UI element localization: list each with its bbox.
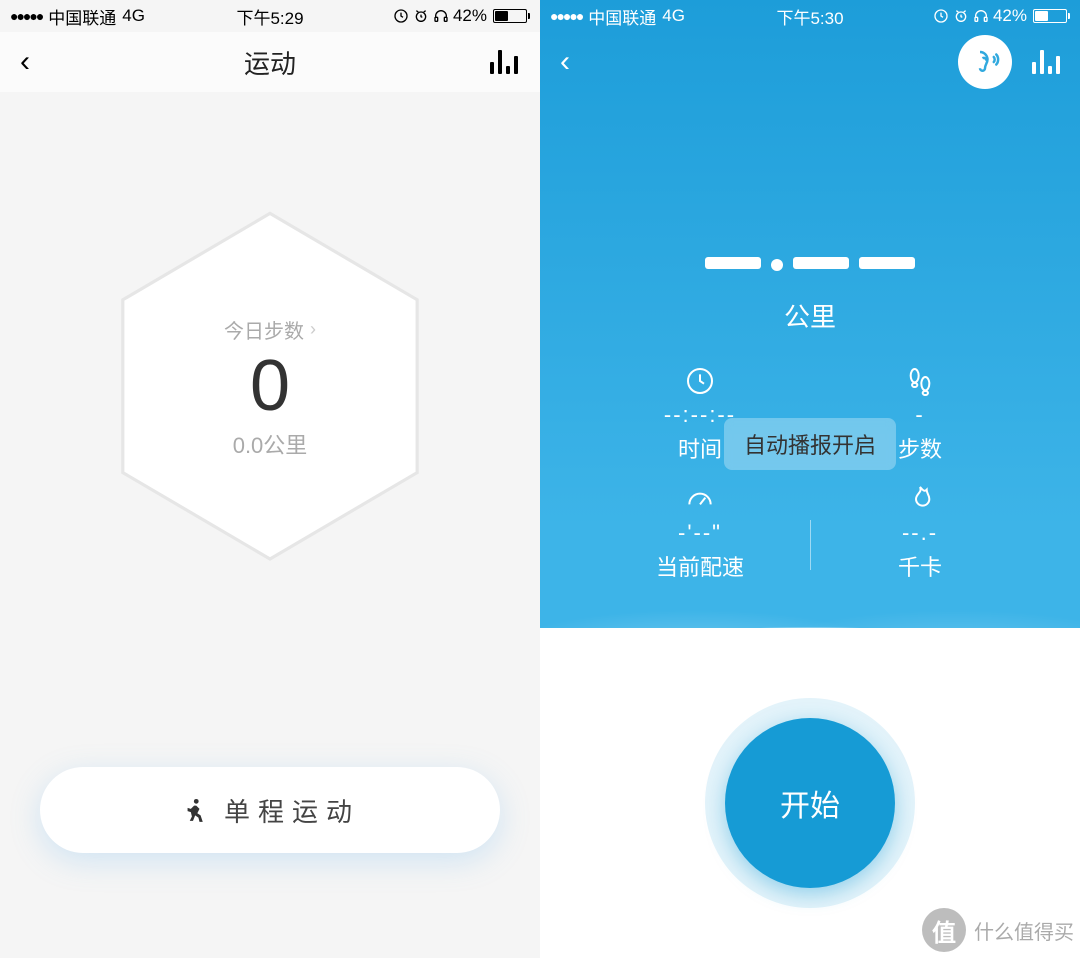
distance-label: 0.0公里 <box>233 428 308 460</box>
headphones-icon <box>973 8 989 24</box>
start-label: 开始 <box>780 781 840 825</box>
battery-icon <box>491 9 530 23</box>
carrier-label: 中国联通 <box>48 4 116 29</box>
battery-icon <box>1031 9 1070 23</box>
nav-bar: ‹ <box>540 32 1080 92</box>
alarm-icon <box>953 8 969 24</box>
stat-pace: -'--" 当前配速 <box>590 482 810 582</box>
network-label: 4G <box>122 6 145 26</box>
screen-workout-start: ●●●●● 中国联通 4G 下午5:30 42% ‹ <box>540 0 1080 958</box>
steps-value: 0 <box>250 350 290 422</box>
stats-button[interactable] <box>490 50 518 74</box>
page-title: 运动 <box>244 44 296 81</box>
pace-value: -'--" <box>590 520 810 546</box>
stats-button[interactable] <box>1032 50 1060 74</box>
steps-label: 今日步数 <box>224 315 304 344</box>
status-bar: ●●●●● 中国联通 4G 下午5:29 42% <box>0 0 540 32</box>
chevron-right-icon: › <box>310 319 316 340</box>
single-workout-label: 单程运动 <box>224 792 360 829</box>
headphones-icon <box>433 8 449 24</box>
lock-icon <box>393 8 409 24</box>
alarm-icon <box>413 8 429 24</box>
status-bar: ●●●●● 中国联通 4G 下午5:30 42% <box>540 0 1080 32</box>
battery-pct-label: 42% <box>993 6 1027 26</box>
stat-divider <box>810 520 811 570</box>
distance-value-placeholder <box>540 257 1080 269</box>
carrier-label: 中国联通 <box>588 4 656 29</box>
signal-dots-icon: ●●●●● <box>10 8 42 24</box>
auto-announce-toast: 自动播报开启 <box>724 418 896 470</box>
distance-unit-label: 公里 <box>540 297 1080 334</box>
lock-icon <box>933 8 949 24</box>
ear-voice-icon <box>970 47 1000 77</box>
nav-bar: ‹ 运动 <box>0 32 540 92</box>
status-time: 下午5:29 <box>236 4 303 29</box>
battery-pct-label: 42% <box>453 6 487 26</box>
single-workout-button[interactable]: 单程运动 <box>40 767 500 853</box>
bar-chart-icon <box>490 50 518 74</box>
runner-icon <box>180 796 206 824</box>
screen-sport-summary: ●●●●● 中国联通 4G 下午5:29 42% ‹ 运动 <box>0 0 540 958</box>
watermark: 值 什么值得买 <box>922 908 1074 952</box>
start-button[interactable]: 开始 <box>725 718 895 888</box>
voice-announce-button[interactable] <box>958 35 1012 89</box>
clock-icon <box>684 365 716 397</box>
signal-dots-icon: ●●●●● <box>550 8 582 24</box>
footprints-icon <box>904 365 936 397</box>
stat-calories: --.- 千卡 <box>810 482 1030 582</box>
bar-chart-icon <box>1032 50 1060 74</box>
network-label: 4G <box>662 6 685 26</box>
status-time: 下午5:30 <box>776 4 843 29</box>
back-button[interactable]: ‹ <box>20 45 30 79</box>
steps-hexagon[interactable]: 今日步数 › 0 0.0公里 <box>110 207 430 567</box>
cal-value: --.- <box>810 520 1030 546</box>
watermark-text: 什么值得买 <box>974 916 1074 945</box>
distance-display: 公里 <box>540 257 1080 334</box>
gauge-icon <box>684 483 716 515</box>
watermark-badge: 值 <box>922 908 966 952</box>
back-button[interactable]: ‹ <box>560 45 570 79</box>
flame-icon <box>904 483 936 515</box>
